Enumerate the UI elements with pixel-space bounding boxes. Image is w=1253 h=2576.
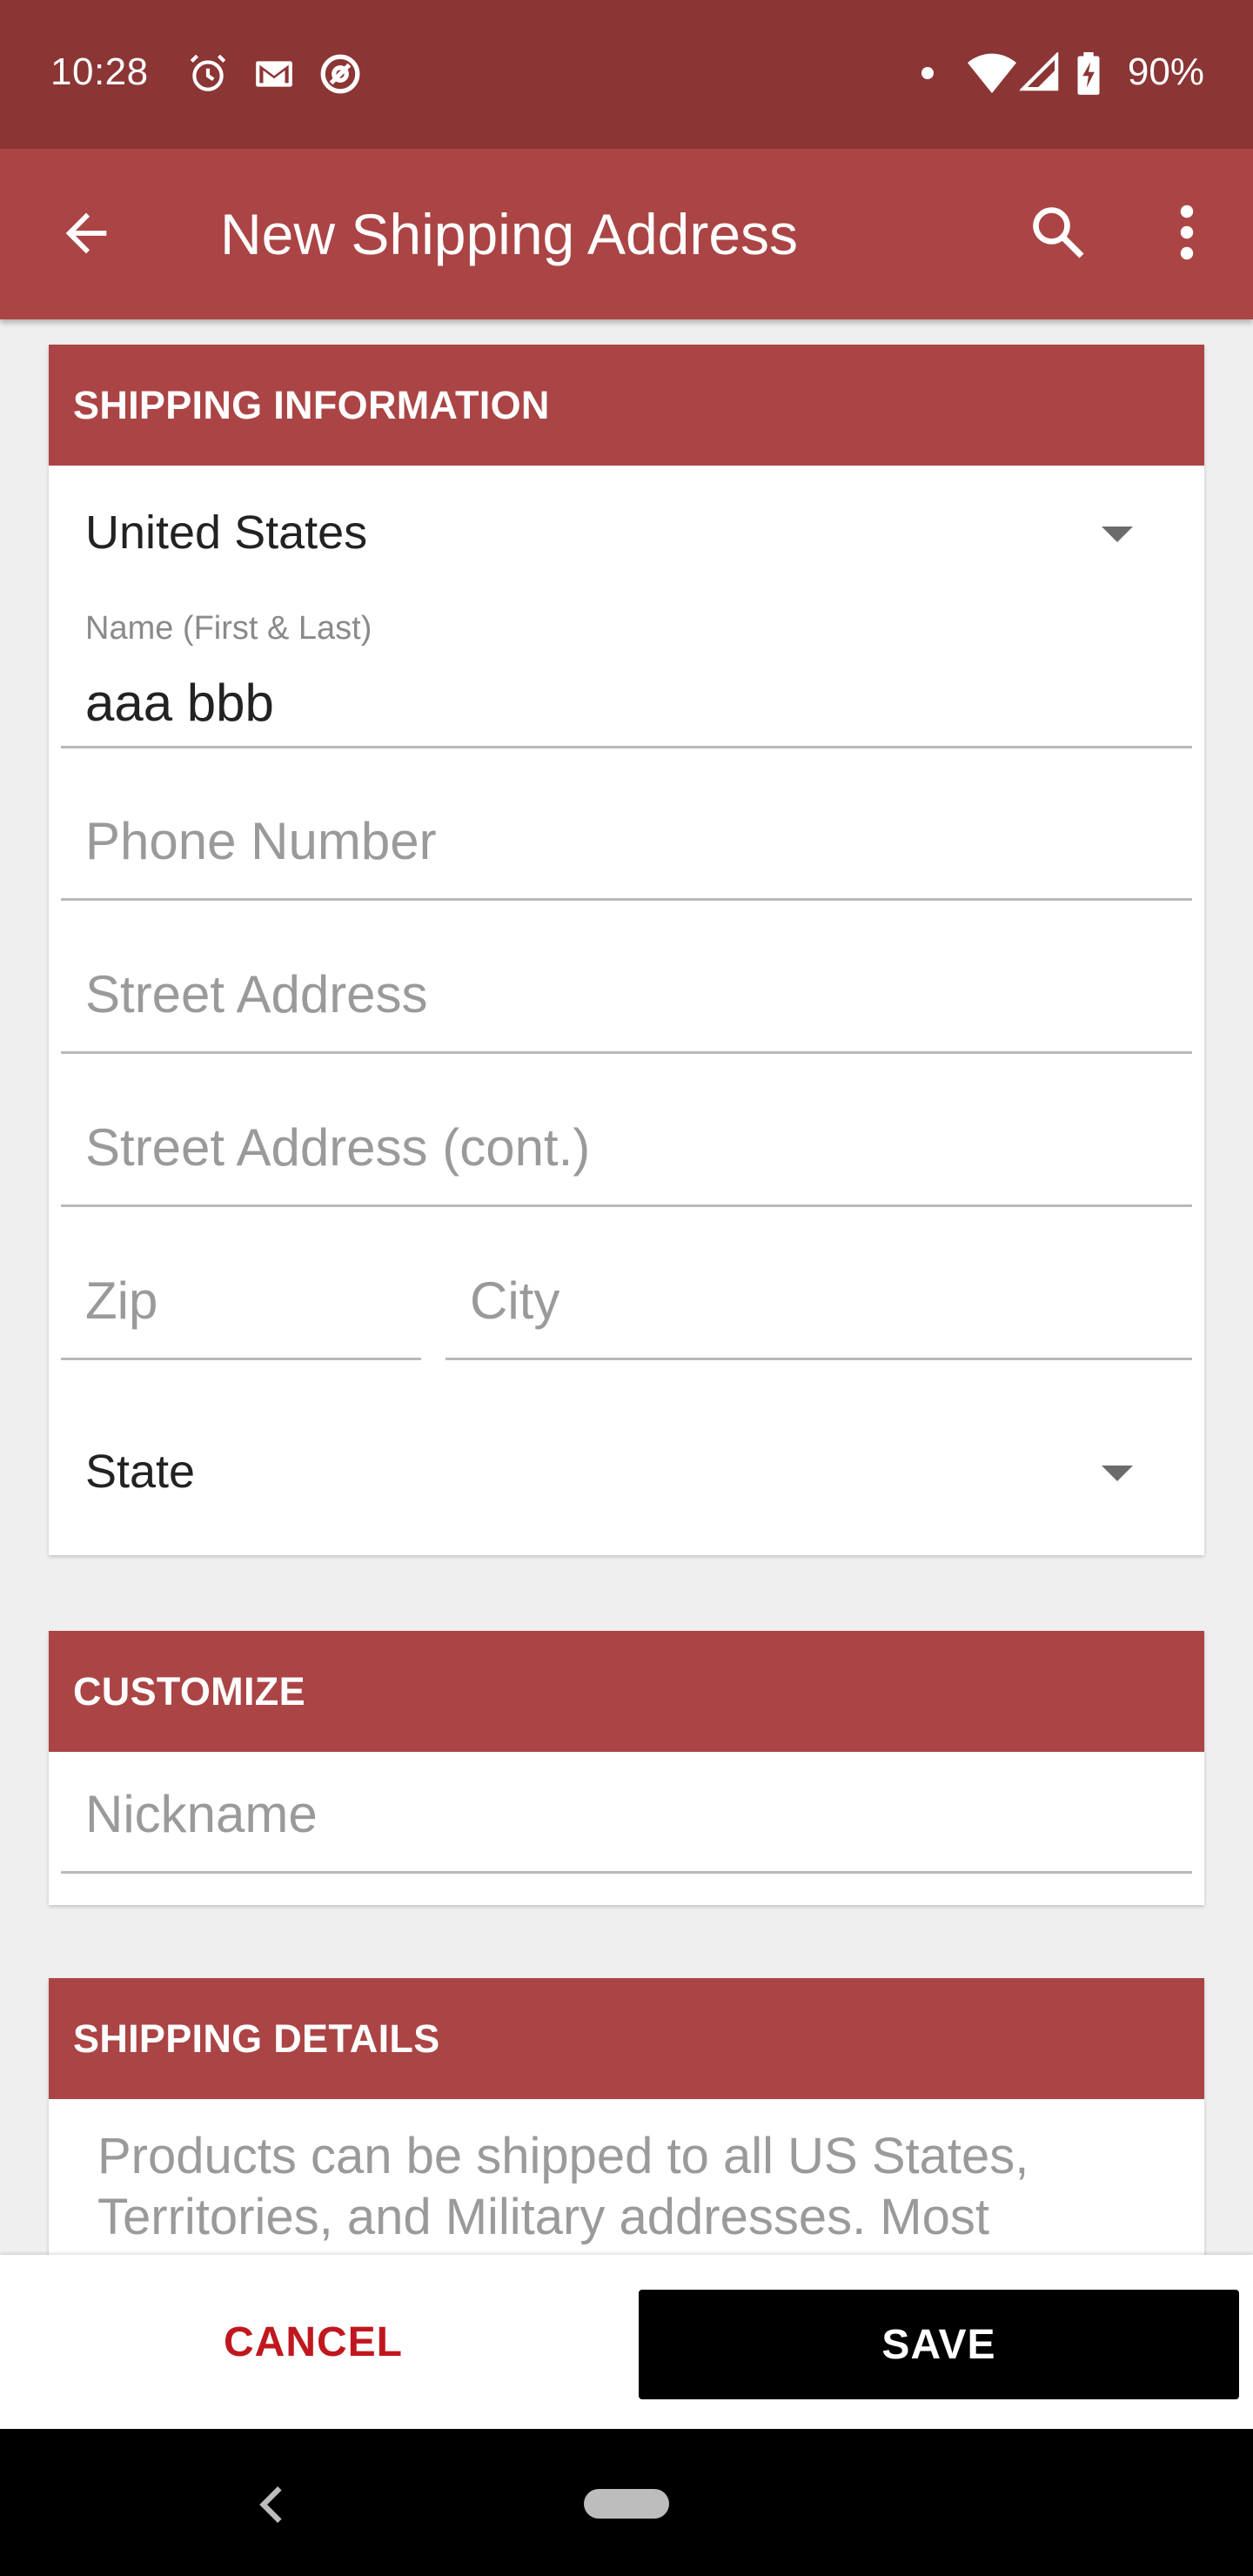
nav-back-icon[interactable] [254,2483,289,2531]
state-select[interactable]: State [49,1406,1204,1546]
name-field[interactable]: Name (First & Last) aaa bbb [61,610,1192,758]
back-arrow-icon[interactable] [56,203,117,268]
name-underline [61,746,1192,748]
phone-number-input[interactable]: Phone Number [61,806,1192,910]
country-select[interactable]: United States [49,466,1204,614]
nav-home-pill[interactable] [584,2489,669,2519]
save-button[interactable]: SAVE [639,2290,1239,2399]
street-address-cont-input[interactable]: Street Address (cont.) [61,1112,1192,1217]
zip-input[interactable]: Zip [61,1265,421,1370]
cancel-button[interactable]: CANCEL [0,2255,626,2429]
country-value: United States [85,506,368,559]
status-bar: 10:28 90% [0,0,1253,149]
shipping-details-text: Products can be shipped to all US States… [97,2128,1029,2245]
alarm-icon [186,52,230,100]
shipping-information-header: SHIPPING INFORMATION [49,345,1204,466]
street-address-cont-placeholder: Street Address (cont.) [85,1118,591,1177]
zip-underline [61,1358,421,1360]
signal-icon [1018,50,1060,97]
battery-percent: 90% [1127,50,1204,93]
street-underline [61,1051,1192,1054]
search-icon[interactable] [1027,201,1089,268]
phone-underline [61,898,1192,901]
shipping-details-header: SHIPPING DETAILS [49,1978,1204,2099]
nickname-input[interactable]: Nickname [61,1779,1192,1883]
page-title: New Shipping Address [220,202,799,266]
street-address-placeholder: Street Address [85,965,428,1023]
nickname-placeholder: Nickname [85,1785,318,1843]
battery-icon [1075,52,1102,100]
zip-placeholder: Zip [85,1271,158,1330]
state-value: State [85,1446,196,1498]
wifi-icon [968,52,1016,100]
customize-header: CUSTOMIZE [49,1631,1204,1752]
app-bar: New Shipping Address [0,149,1253,319]
street-address-input[interactable]: Street Address [61,959,1192,1063]
chevron-down-icon [1102,1466,1133,1481]
city-placeholder: City [470,1271,560,1330]
status-time: 10:28 [50,50,149,93]
action-bar: CANCEL SAVE [0,2255,1253,2429]
city-input[interactable]: City [446,1265,1192,1370]
customize-card: CUSTOMIZE Nickname [49,1631,1204,1905]
more-vert-icon[interactable] [1166,201,1208,268]
name-label: Name (First & Last) [85,610,372,647]
chevron-down-icon [1102,527,1133,542]
city-underline [446,1358,1192,1360]
shipping-information-card: SHIPPING INFORMATION United States Name … [49,345,1204,1555]
phone-number-placeholder: Phone Number [85,812,437,870]
name-value: aaa bbb [85,674,274,732]
dot-icon [921,66,935,84]
gmail-icon [252,52,296,100]
nickname-underline [61,1871,1192,1874]
at-sign-icon [318,52,362,100]
street2-underline [61,1204,1192,1207]
